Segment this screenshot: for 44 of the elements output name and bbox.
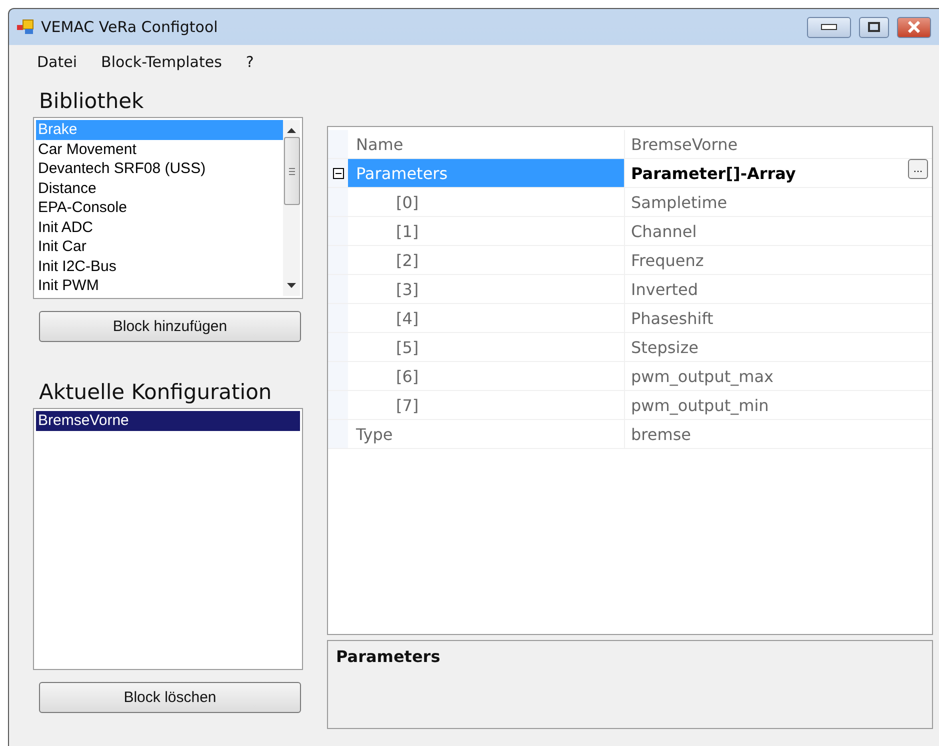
property-value: pwm_output_min [630,394,770,417]
scrollbar[interactable] [283,120,300,296]
scroll-down-icon[interactable] [287,283,296,288]
scroll-up-icon[interactable] [287,128,296,133]
maximize-button[interactable] [859,16,889,38]
window-title: VEMAC VeRa Configtool [41,18,219,36]
property-value: Stepsize [630,336,700,358]
list-item[interactable]: Init PWM [36,276,283,296]
property-value: Frequenz [630,250,705,272]
maximize-icon [868,22,880,32]
property-value: bremse [630,424,692,446]
ellipsis-button[interactable]: ... [908,159,928,179]
help-title: Parameters [336,647,440,666]
list-item[interactable]: Init I2C-Bus [36,256,283,276]
section-heading: Bibliothek [39,89,145,113]
menu-item[interactable]: Block-Templates [93,51,230,73]
list-item[interactable]: Distance [36,178,283,198]
grip-icon [288,168,294,174]
collapse-icon[interactable] [332,168,344,178]
property-value: BremseVorne [630,134,739,156]
property-value: pwm_output_max [630,366,774,388]
list-item[interactable]: EPA-Console [36,198,283,218]
property-value: Phaseshift [630,308,714,330]
list-item[interactable]: BremseVorne [36,411,300,430]
list-item[interactable]: Devantech SRF08 (USS) [36,159,283,178]
minimize-button[interactable] [807,16,851,38]
menu-item[interactable]: ? [238,51,262,73]
property-value: Parameter[]-Array [630,162,797,184]
property-value: Channel [630,220,698,242]
add-block-button[interactable]: Block hinzufügen [39,311,301,342]
close-icon [907,21,921,33]
list-item[interactable]: Init ADC [36,218,283,237]
list-box[interactable]: BremseVorne [33,408,303,670]
section-heading: Aktuelle Konfiguration [39,380,273,404]
property-value: Inverted [630,278,700,300]
property-value: Sampletime [630,192,728,214]
close-button[interactable] [897,16,931,38]
minimize-icon [821,24,837,30]
app-icon [17,19,35,35]
list-box[interactable]: Brake Car Movement Devantech SRF08 (USS) Distance EPA-Console Init ADC Init Car Init I2C-Bus Init PWM [33,117,303,299]
delete-block-button[interactable]: Block löschen [39,682,301,713]
list-item[interactable]: Init Car [36,237,283,256]
menu-item[interactable]: Datei [29,51,86,73]
list-item[interactable]: Car Movement [36,140,283,159]
